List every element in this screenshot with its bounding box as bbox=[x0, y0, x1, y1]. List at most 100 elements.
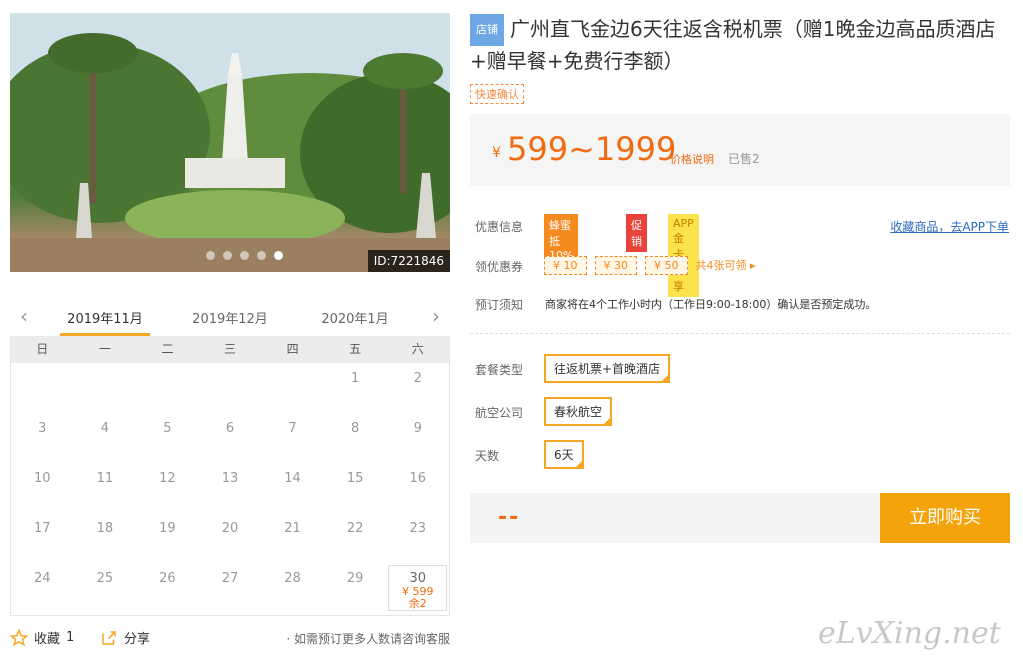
share-icon bbox=[102, 630, 116, 645]
all-coupons-link[interactable]: 共4张可领 ▸ bbox=[696, 257, 756, 273]
quick-confirm-badge: 快速确认 bbox=[470, 84, 524, 104]
sold-count: 已售2 bbox=[728, 152, 760, 166]
days-option-selected[interactable]: 6天 bbox=[544, 440, 584, 469]
calendar-day: 16 bbox=[409, 471, 426, 486]
calendar-day: 28 bbox=[284, 571, 301, 586]
price-box: ¥ 599~1999 价格说明 已售2 bbox=[470, 114, 1010, 186]
airline-label: 航空公司 bbox=[475, 406, 524, 420]
package-option-label: 往返机票+首晚酒店 bbox=[554, 362, 661, 376]
calendar-day: 20 bbox=[221, 521, 239, 536]
calendar-day: 6 bbox=[225, 421, 235, 436]
coupon-label: 领优惠券 bbox=[475, 260, 524, 274]
share-label: 分享 bbox=[124, 632, 151, 647]
gallery-dot[interactable] bbox=[240, 251, 249, 260]
gallery-dot[interactable] bbox=[206, 251, 215, 260]
calendar-day-available[interactable]: 30 ¥ 599 余2 bbox=[388, 565, 447, 611]
calendar-day: 11 bbox=[96, 471, 114, 486]
promo-label: 优惠信息 bbox=[475, 220, 524, 234]
package-option-selected[interactable]: 往返机票+首晚酒店 bbox=[544, 354, 671, 383]
month-tab[interactable]: 2019年12月 bbox=[185, 308, 275, 327]
temple-photo bbox=[10, 13, 450, 272]
calendar-day bbox=[136, 363, 199, 413]
calendar-day: 24 bbox=[34, 571, 51, 586]
date-calendar: 日 一 二 三 四 五 六 1 2 3 4 5 6 7 8 9 10 11 12… bbox=[10, 336, 450, 616]
weekday-label: 一 bbox=[98, 342, 111, 356]
airline-option-label: 春秋航空 bbox=[554, 405, 603, 419]
favorite-count: 1 bbox=[66, 630, 75, 645]
gallery-dot[interactable] bbox=[257, 251, 266, 260]
chevron-right-icon[interactable]: › bbox=[426, 304, 446, 328]
weekday-label: 日 bbox=[36, 342, 49, 356]
product-image-gallery[interactable]: ID:7221846 bbox=[10, 13, 450, 272]
calendar-day: 22 bbox=[346, 521, 364, 536]
favorite-button[interactable]: 收藏 1 bbox=[10, 628, 74, 647]
calendar-day bbox=[11, 363, 74, 413]
selected-corner-icon bbox=[573, 459, 584, 469]
calendar-day: 29 bbox=[346, 571, 364, 586]
favorite-label: 收藏 bbox=[34, 632, 61, 647]
day-grid: 1 2 3 4 5 6 7 8 9 10 11 12 13 14 15 16 1… bbox=[11, 363, 449, 613]
gallery-dots bbox=[206, 251, 283, 260]
weekday-label: 二 bbox=[161, 342, 174, 356]
chevron-left-icon[interactable]: ‹ bbox=[14, 304, 34, 328]
section-divider bbox=[470, 333, 1010, 334]
shop-tag[interactable]: 店铺 bbox=[470, 14, 504, 46]
calendar-day: 10 bbox=[34, 471, 51, 486]
calendar-day: 4 bbox=[100, 421, 109, 436]
weekday-label: 四 bbox=[286, 342, 299, 356]
star-icon bbox=[10, 628, 28, 646]
share-button[interactable]: 分享 bbox=[100, 628, 150, 647]
booking-label: 预订须知 bbox=[475, 298, 524, 312]
month-tab[interactable]: 2020年1月 bbox=[310, 308, 400, 327]
favorite-app-link[interactable]: 收藏商品，去APP下单 bbox=[890, 218, 1009, 235]
gallery-dot-active[interactable] bbox=[274, 251, 283, 260]
calendar-day: 5 bbox=[163, 421, 172, 436]
calendar-day: 3 bbox=[38, 421, 47, 436]
promo-badge: 促销 bbox=[626, 214, 647, 252]
airline-option-selected[interactable]: 春秋航空 bbox=[544, 397, 613, 426]
selected-corner-icon bbox=[660, 373, 671, 383]
weekday-label: 三 bbox=[224, 342, 237, 356]
calendar-day: 9 bbox=[413, 421, 422, 436]
calendar-day: 17 bbox=[34, 521, 51, 536]
product-title-text: 广州直飞金边6天往返含税机票（赠1晚金边高品质酒店+赠早餐+免费行李额） bbox=[470, 17, 996, 73]
gallery-dot[interactable] bbox=[223, 251, 232, 260]
calendar-day: 13 bbox=[221, 471, 239, 486]
calendar-day: 19 bbox=[159, 521, 176, 536]
calendar-day bbox=[261, 363, 324, 413]
coupon-item[interactable]: ¥ 30 bbox=[594, 255, 637, 275]
calendar-day: 1 bbox=[350, 371, 360, 386]
month-tab[interactable]: 2019年11月 bbox=[60, 308, 150, 327]
price-explain-link[interactable]: 价格说明 bbox=[670, 151, 714, 167]
day-number: 30 bbox=[409, 571, 426, 586]
weekday-header: 日 一 二 三 四 五 六 bbox=[11, 336, 449, 363]
calendar-day: 7 bbox=[288, 421, 297, 436]
price-range: 599~1999 bbox=[507, 130, 677, 168]
calendar-day: 25 bbox=[96, 571, 114, 586]
weekday-label: 六 bbox=[411, 342, 424, 356]
calendar-day: 21 bbox=[284, 521, 301, 536]
calendar-day: 18 bbox=[96, 521, 114, 536]
consult-note: · 如需预订更多人数请咨询客服 bbox=[286, 632, 450, 646]
coupon-list: ¥ 10 ¥ 30 ¥ 50 共4张可领 ▸ bbox=[544, 253, 756, 277]
calendar-day: 26 bbox=[159, 571, 176, 586]
calendar-day: 2 bbox=[413, 371, 422, 386]
product-title: 店铺 广州直飞金边6天往返含税机票（赠1晚金边高品质酒店+赠早餐+免费行李额） bbox=[470, 14, 1015, 76]
buy-now-button[interactable]: 立即购买 bbox=[880, 493, 1010, 543]
selected-corner-icon bbox=[602, 416, 613, 426]
calendar-day: 15 bbox=[346, 471, 364, 486]
price-currency: ¥ bbox=[492, 145, 501, 161]
coupon-item[interactable]: ¥ 10 bbox=[544, 255, 587, 275]
days-option-label: 6天 bbox=[554, 448, 574, 462]
package-type-label: 套餐类型 bbox=[475, 363, 524, 377]
weekday-label: 五 bbox=[349, 342, 362, 356]
image-id-label: ID:7221846 bbox=[367, 250, 450, 272]
calendar-day: 8 bbox=[350, 421, 360, 436]
product-actions: 收藏 1 分享 · 如需预订更多人数请咨询客服 bbox=[10, 628, 450, 648]
calendar-day: 23 bbox=[409, 521, 426, 536]
watermark: eLvXing.net bbox=[818, 616, 1001, 651]
calendar-day: 14 bbox=[284, 471, 301, 486]
total-price: -- bbox=[498, 505, 521, 530]
coupon-item[interactable]: ¥ 50 bbox=[645, 255, 688, 275]
calendar-day bbox=[74, 363, 137, 413]
